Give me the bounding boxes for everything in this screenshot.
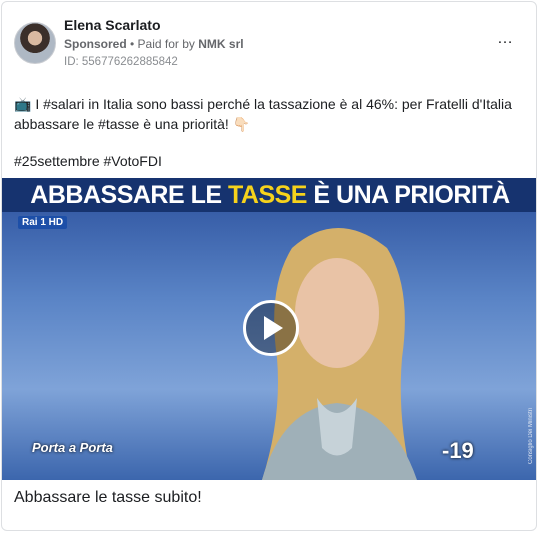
sponsor-line: Sponsored • Paid for by NMK srl: [64, 37, 244, 51]
paid-by[interactable]: NMK srl: [198, 37, 243, 51]
ad-id: ID: 556776262885842: [64, 56, 178, 68]
avatar[interactable]: [14, 22, 56, 64]
paid-prefix: • Paid for by: [126, 37, 199, 51]
play-button[interactable]: [243, 300, 299, 356]
photo-credit: Consiglio Dei Ministri: [528, 408, 534, 465]
post-body: I #salari in Italia sono bassi perché la…: [14, 96, 512, 132]
video-thumbnail[interactable]: ABBASSARE LE TASSE È UNA PRIORITÀ Rai 1 …: [2, 178, 536, 480]
sponsored-label: Sponsored: [64, 37, 127, 51]
banner-part2: È UNA PRIORITÀ: [306, 181, 510, 209]
banner-part1: ABBASSARE LE: [30, 181, 228, 209]
play-icon: [264, 316, 283, 340]
author-name[interactable]: Elena Scarlato: [64, 17, 161, 33]
tv-icon: 📺: [14, 96, 32, 112]
countdown: -19: [442, 438, 474, 463]
channel-logo: Rai 1 HD: [18, 216, 68, 229]
ad-card: Elena Scarlato Sponsored • Paid for by N…: [1, 1, 537, 531]
post-hashtags[interactable]: #25settembre #VotoFDI: [14, 153, 162, 169]
post-text: 📺 I #salari in Italia sono bassi perché …: [14, 94, 524, 134]
banner-highlight: TASSE: [227, 181, 308, 209]
show-logo: Porta a Porta: [32, 440, 113, 455]
more-options-icon[interactable]: …: [497, 30, 514, 48]
media-caption[interactable]: Abbassare le tasse subito!: [14, 489, 202, 507]
banner-text: ABBASSARE LE TASSE È UNA PRIORITÀ: [2, 178, 536, 212]
